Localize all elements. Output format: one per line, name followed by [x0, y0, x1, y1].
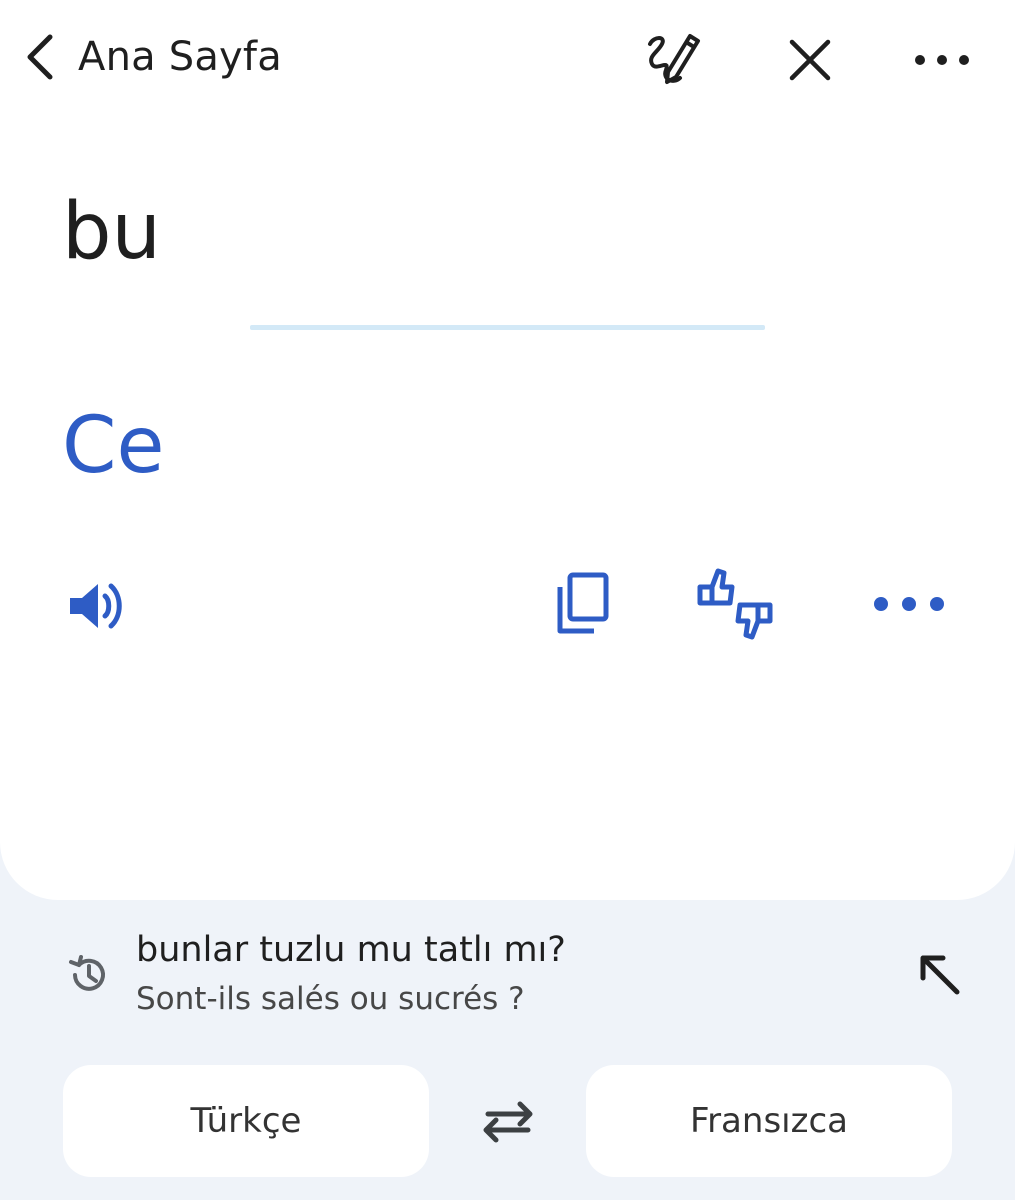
handwriting-button[interactable] [636, 24, 708, 96]
close-button[interactable] [774, 24, 846, 96]
back-button[interactable]: Ana Sayfa [14, 22, 282, 92]
arrow-up-left-icon[interactable] [912, 947, 968, 1003]
source-language-button[interactable]: Türkçe [63, 1065, 429, 1177]
more-horiz-icon [914, 52, 970, 68]
divider [250, 325, 765, 330]
swap-icon [478, 1099, 538, 1145]
translation-more-button[interactable] [868, 584, 950, 624]
history-source-text: bunlar tuzlu mu tatlı mı? [136, 930, 566, 970]
copy-icon [552, 571, 612, 637]
handwriting-icon [640, 28, 704, 92]
feedback-icon [694, 565, 776, 643]
swap-languages-button[interactable] [474, 1094, 542, 1150]
translation-card: Ana Sayfa bu Ce [0, 0, 1015, 900]
back-label: Ana Sayfa [78, 34, 282, 80]
copy-button[interactable] [544, 566, 620, 642]
more-horiz-icon [871, 594, 947, 614]
source-text[interactable]: bu [62, 182, 161, 282]
translated-text: Ce [62, 401, 165, 491]
target-language-button[interactable]: Fransızca [586, 1065, 952, 1177]
history-icon [64, 951, 112, 999]
close-icon [786, 36, 834, 84]
speaker-icon [62, 574, 126, 638]
more-options-button[interactable] [906, 24, 978, 96]
chevron-left-icon [14, 22, 66, 92]
history-translation-text: Sont-ils salés ou sucrés ? [136, 981, 525, 1017]
history-item[interactable]: bunlar tuzlu mu tatlı mı? Sont-ils salés… [0, 915, 1015, 1035]
feedback-button[interactable] [692, 564, 778, 644]
listen-button[interactable] [56, 568, 132, 644]
